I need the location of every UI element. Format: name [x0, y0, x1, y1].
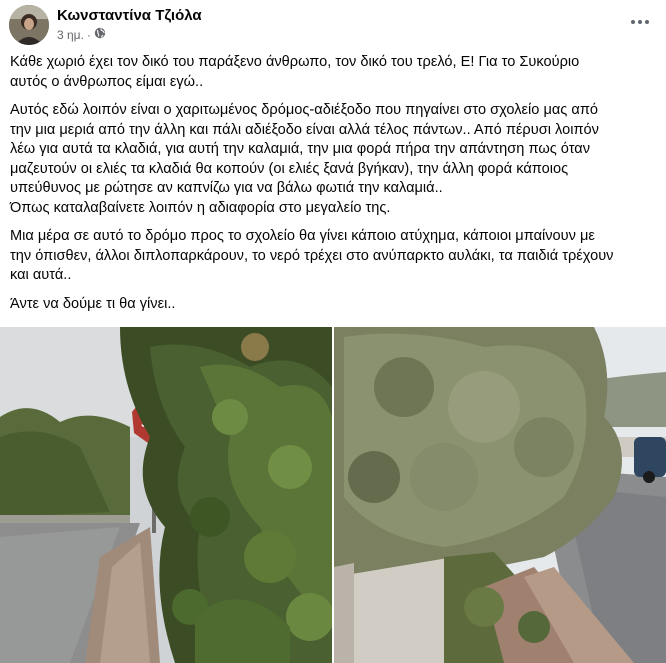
post-photos: STO [0, 327, 666, 663]
post-paragraph-4: Άντε να δούμε τι θα γίνει.. [10, 295, 176, 312]
post-text: Κάθε χωριό έχει τον δικό του παράξενο άν… [10, 53, 650, 323]
post-meta: 3 ημ. · [57, 27, 106, 42]
olive-tree-over-wall-photo[interactable] [334, 327, 666, 663]
post-paragraph-3: Μια μέρα σε αυτό το δρόμο προς το σχολεί… [10, 228, 614, 283]
more-options-icon[interactable] [628, 10, 652, 34]
street-with-overgrown-hedge-photo[interactable]: STO [0, 327, 332, 663]
meta-separator: · [86, 27, 91, 42]
post-paragraph-1: Κάθε χωριό έχει τον δικό του παράξενο άν… [10, 54, 580, 90]
globe-icon[interactable] [94, 27, 106, 42]
author-name[interactable]: Κωνσταντίνα Τζιόλα [57, 7, 202, 24]
post-paragraph-2: Αυτός εδώ λοιπόν είναι ο χαριτωμένος δρό… [10, 102, 599, 216]
author-avatar[interactable] [9, 5, 49, 45]
post-timestamp[interactable]: 3 ημ. [57, 28, 84, 42]
post-header: Κωνσταντίνα Τζιόλα 3 ημ. · [0, 0, 666, 48]
